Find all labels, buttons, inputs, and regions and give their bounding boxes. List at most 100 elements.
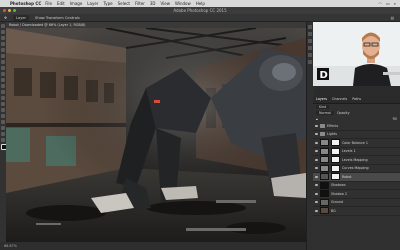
menu-bar: Photoshop CC File Edit Image Layer Type … — [0, 0, 400, 7]
opacity-label: Opacity — [336, 111, 350, 115]
menu-view[interactable]: View — [161, 0, 171, 7]
status-bar: 66.67% — [0, 242, 306, 250]
folder-icon — [320, 132, 325, 137]
layer-kind-filter[interactable]: Kind — [316, 104, 330, 110]
styles-icon[interactable] — [308, 46, 312, 50]
layer-row[interactable]: Color Balance 1 — [313, 139, 400, 148]
spotlight-icon[interactable]: ⌕ — [394, 0, 396, 7]
history-brush-tool[interactable] — [1, 78, 5, 82]
fill-label: Fill — [392, 117, 397, 121]
crop-tool[interactable] — [1, 48, 5, 52]
tab-paths[interactable]: Paths — [352, 96, 361, 103]
shape-tool[interactable] — [1, 126, 5, 130]
adjustment-thumbnail — [320, 156, 329, 164]
adjustments-icon[interactable] — [308, 39, 312, 43]
layer-row[interactable]: Shadow 2 — [313, 190, 400, 199]
layer-row[interactable]: Levels Mapping — [313, 156, 400, 165]
visibility-eye-icon[interactable] — [315, 192, 318, 195]
auto-select-dropdown[interactable]: Layer — [13, 14, 30, 21]
swatches-icon[interactable] — [308, 53, 312, 57]
brush-tool[interactable] — [1, 66, 5, 70]
layer-row[interactable]: Lights — [313, 131, 400, 139]
visibility-eye-icon[interactable] — [315, 133, 318, 136]
blur-tool[interactable] — [1, 96, 5, 100]
window-title: Adobe Photoshop CC 2015 — [173, 8, 227, 13]
brush-icon[interactable] — [308, 60, 312, 64]
marquee-tool[interactable] — [1, 30, 5, 34]
layers-panel-tabs: Layers Channels Paths — [313, 96, 400, 104]
visibility-eye-icon[interactable] — [315, 150, 318, 153]
menu-image[interactable]: Image — [70, 0, 83, 7]
blend-mode-select[interactable]: Normal — [316, 110, 334, 116]
dodge-tool[interactable] — [1, 102, 5, 106]
zoom-level[interactable]: 66.67% — [4, 244, 17, 248]
path-select-tool[interactable] — [1, 120, 5, 124]
hand-tool[interactable] — [1, 132, 5, 136]
minimize-icon[interactable] — [8, 9, 11, 12]
visibility-eye-icon[interactable] — [315, 124, 318, 127]
menu-layer[interactable]: Layer — [87, 0, 98, 7]
layer-thumbnail — [320, 198, 329, 206]
healing-tool[interactable] — [1, 60, 5, 64]
type-tool[interactable] — [1, 114, 5, 118]
gradient-tool[interactable] — [1, 90, 5, 94]
layer-name: BG — [331, 208, 336, 213]
app-name[interactable]: Photoshop CC — [10, 0, 41, 7]
menu-filter[interactable]: Filter — [135, 0, 145, 7]
menu-edit[interactable]: Edit — [57, 0, 65, 7]
workspace-icon[interactable]: ▤ — [391, 14, 394, 22]
eraser-tool[interactable] — [1, 84, 5, 88]
folder-icon — [320, 123, 325, 128]
layer-row-selected[interactable]: Robot — [313, 173, 400, 182]
wifi-icon[interactable]: ◠ — [378, 0, 382, 7]
layer-row[interactable]: Effects — [313, 122, 400, 131]
menu-help[interactable]: Help — [196, 0, 205, 7]
layer-thumbnail — [320, 190, 329, 198]
visibility-eye-icon[interactable] — [315, 184, 318, 187]
move-tool-icon[interactable]: ✥ — [4, 14, 7, 22]
layer-row[interactable]: Curves Mapping — [313, 164, 400, 173]
layer-row[interactable]: BG — [313, 207, 400, 216]
visibility-eye-icon[interactable] — [315, 141, 318, 144]
layer-row[interactable]: Shadows — [313, 181, 400, 190]
layers-panel: Layers Channels Paths Kind Normal Opacit… — [313, 96, 400, 250]
menu-window[interactable]: Window — [175, 0, 191, 7]
layer-name: Levels Mapping — [342, 157, 368, 162]
properties-icon[interactable] — [308, 32, 312, 36]
lock-icon[interactable]: 🔒︎ — [316, 116, 318, 122]
menu-3d[interactable]: 3D — [150, 0, 156, 7]
layer-name: Ground — [331, 200, 344, 205]
visibility-eye-icon[interactable] — [315, 167, 318, 170]
show-transform-controls[interactable]: Show Transform Controls — [35, 14, 80, 22]
battery-icon[interactable]: ▭ — [386, 0, 390, 7]
visibility-eye-icon[interactable] — [315, 201, 318, 204]
eyedropper-tool[interactable] — [1, 54, 5, 58]
visibility-eye-icon[interactable] — [315, 209, 318, 212]
menu-file[interactable]: File — [45, 0, 52, 7]
document-canvas[interactable] — [6, 28, 306, 242]
adjustment-thumbnail — [320, 139, 329, 147]
visibility-eye-icon[interactable] — [315, 175, 318, 178]
layer-thumbnail — [320, 181, 329, 189]
pen-tool[interactable] — [1, 108, 5, 112]
layer-row[interactable]: Ground — [313, 198, 400, 207]
visibility-eye-icon[interactable] — [315, 158, 318, 161]
move-tool[interactable] — [1, 24, 5, 28]
tab-channels[interactable]: Channels — [332, 96, 347, 103]
layer-name: Curves Mapping — [342, 166, 369, 171]
menu-type[interactable]: Type — [103, 0, 112, 7]
close-icon[interactable] — [3, 9, 6, 12]
layer-name: Color Balance 1 — [342, 140, 368, 145]
quick-select-tool[interactable] — [1, 42, 5, 46]
tab-layers[interactable]: Layers — [316, 96, 327, 103]
layer-name: Robot — [342, 174, 352, 179]
layer-name: Effects — [327, 123, 339, 128]
zoom-icon[interactable] — [13, 9, 16, 12]
clone-tool[interactable] — [1, 72, 5, 76]
zoom-tool[interactable] — [1, 138, 5, 142]
layer-row[interactable]: Levels 1 — [313, 147, 400, 156]
menu-select[interactable]: Select — [118, 0, 130, 7]
lasso-tool[interactable] — [1, 36, 5, 40]
history-icon[interactable] — [308, 25, 312, 29]
options-bar: ✥ Layer Show Transform Controls ▤ — [0, 14, 400, 22]
